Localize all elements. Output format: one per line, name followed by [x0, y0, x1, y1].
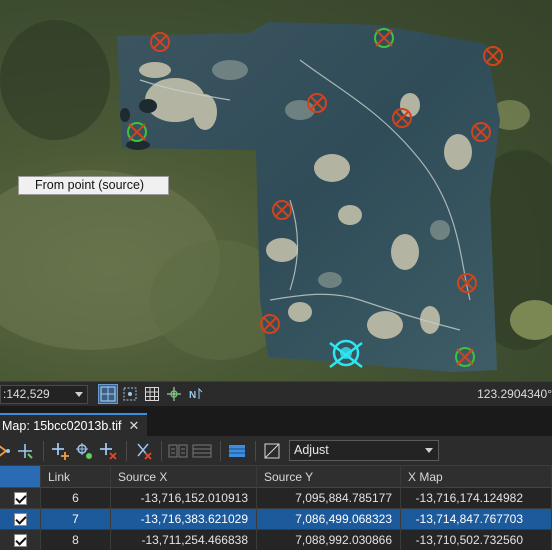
- tab-map[interactable]: Map: 15bcc02013b.tif ✕: [0, 413, 147, 436]
- delete-all-points-icon[interactable]: [132, 440, 154, 462]
- transformation-value: Adjust: [294, 443, 329, 457]
- table-row[interactable]: 6 -13,716,152.010913 7,095,884.785177 -1…: [0, 488, 552, 509]
- toolbar-divider: [43, 440, 44, 461]
- grid-icon[interactable]: [142, 384, 162, 404]
- toolbar-divider: [255, 440, 256, 461]
- link-table: Link Source X Source Y X Map 6 -13,716,1…: [0, 466, 552, 550]
- cell-link: 6: [41, 488, 111, 509]
- table-link-icon[interactable]: [167, 440, 189, 462]
- row-checkbox[interactable]: [0, 530, 41, 550]
- control-point-icon[interactable]: [260, 314, 280, 334]
- control-point-icon[interactable]: [455, 347, 475, 367]
- cell-link: 7: [41, 509, 111, 530]
- control-point-icon[interactable]: [374, 28, 394, 48]
- cell-x-map: -13,710,502.732560: [401, 530, 552, 550]
- chevron-down-icon[interactable]: [425, 448, 433, 453]
- scale-value: :142,529: [3, 387, 50, 401]
- cell-source-x: -13,716,383.621029: [111, 509, 257, 530]
- transformation-icon: [261, 440, 283, 462]
- control-point-icon[interactable]: [471, 122, 491, 142]
- checkbox-checked-icon[interactable]: [13, 534, 27, 547]
- add-control-point-icon[interactable]: [49, 440, 71, 462]
- row-checkbox[interactable]: [0, 488, 41, 509]
- export-points-icon[interactable]: [14, 440, 36, 462]
- chevron-down-icon[interactable]: [75, 391, 83, 397]
- control-point-icon[interactable]: [272, 200, 292, 220]
- tab-label: Map: 15bcc02013b.tif: [2, 418, 122, 433]
- toolbar-divider: [161, 440, 162, 461]
- select-control-point-icon[interactable]: [73, 440, 95, 462]
- column-header-source-y[interactable]: Source Y: [257, 466, 401, 488]
- control-point-icon[interactable]: [150, 32, 170, 52]
- control-point-icon[interactable]: [457, 273, 477, 293]
- table-row[interactable]: 8 -13,711,254.466838 7,088,992.030866 -1…: [0, 530, 552, 550]
- transformation-dropdown[interactable]: Adjust: [289, 440, 439, 461]
- cell-source-x: -13,711,254.466838: [111, 530, 257, 550]
- control-point-icon[interactable]: [127, 122, 147, 142]
- column-header-source-x[interactable]: Source X: [111, 466, 257, 488]
- row-checkbox[interactable]: [0, 509, 41, 530]
- map-coordinates: 123.2904340°: [477, 387, 552, 401]
- cell-x-map: -13,716,174.124982: [401, 488, 552, 509]
- table-header: Link Source X Source Y X Map: [0, 466, 552, 488]
- map-status-bar: :142,529 N 123.2904340°: [0, 381, 552, 406]
- import-points-icon[interactable]: [0, 440, 12, 462]
- svg-text:N: N: [189, 390, 196, 401]
- close-icon[interactable]: ✕: [129, 418, 140, 434]
- tooltip: From point (source): [18, 176, 169, 195]
- column-header-x-map[interactable]: X Map: [401, 466, 552, 488]
- toolbar-divider: [220, 440, 221, 461]
- delete-control-point-icon[interactable]: [97, 440, 119, 462]
- selected-control-point-icon[interactable]: [329, 339, 363, 368]
- cell-source-y: 7,095,884.785177: [257, 488, 401, 509]
- cell-source-y: 7,086,499.068323: [257, 509, 401, 530]
- checkbox-checked-icon[interactable]: [13, 492, 27, 505]
- control-point-icon[interactable]: [307, 93, 327, 113]
- scale-dropdown[interactable]: :142,529: [0, 384, 88, 404]
- control-point-icon[interactable]: [483, 46, 503, 66]
- cell-source-y: 7,088,992.030866: [257, 530, 401, 550]
- north-arrow-icon[interactable]: N: [186, 384, 206, 404]
- cell-x-map: -13,714,847.767703: [401, 509, 552, 530]
- map-view[interactable]: From point (source): [0, 0, 552, 381]
- view-tab-strip: Map: 15bcc02013b.tif ✕: [0, 406, 552, 436]
- table-options-icon[interactable]: [191, 440, 213, 462]
- cell-source-x: -13,716,152.010913: [111, 488, 257, 509]
- table-row-selected[interactable]: 7 -13,716,383.621029 7,086,499.068323 -1…: [0, 509, 552, 530]
- table-view-icon[interactable]: [226, 440, 248, 462]
- checkbox-checked-icon[interactable]: [13, 513, 27, 526]
- column-header-link[interactable]: Link: [41, 466, 111, 488]
- column-header-select[interactable]: [0, 466, 41, 488]
- control-points-toolbar: Adjust: [0, 436, 552, 466]
- georeference-app: From point (source) :142,529 N 123.29043…: [0, 0, 552, 550]
- correction-icon[interactable]: [164, 384, 184, 404]
- cell-link: 8: [41, 530, 111, 550]
- snapping-icon[interactable]: [120, 384, 140, 404]
- fixed-zoom-icon[interactable]: [98, 384, 118, 404]
- control-point-icon[interactable]: [392, 108, 412, 128]
- toolbar-divider: [126, 440, 127, 461]
